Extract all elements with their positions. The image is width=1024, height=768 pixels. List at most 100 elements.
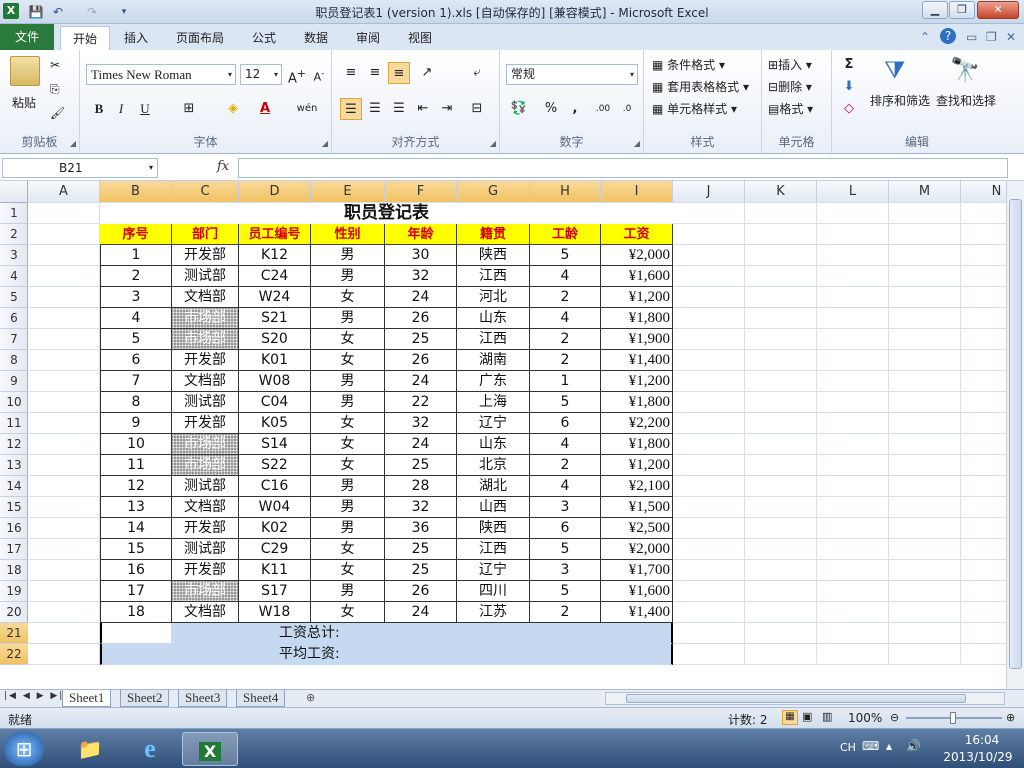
header-cell[interactable]: 籍贯 [457, 224, 530, 245]
table-cell[interactable]: 18 [100, 602, 172, 623]
table-cell[interactable]: C29 [239, 539, 311, 560]
table-cell[interactable]: 9 [100, 413, 172, 434]
table-cell[interactable]: ¥1,500 [601, 497, 673, 518]
zoom-slider-thumb[interactable] [950, 712, 956, 724]
table-cell[interactable]: 5 [530, 245, 601, 266]
header-cell[interactable]: 员工编号 [239, 224, 311, 245]
workbook-minimize-icon[interactable]: ▭ [966, 30, 977, 44]
find-select-button[interactable]: 查找和选择 [936, 92, 996, 109]
table-cell[interactable]: 5 [100, 329, 172, 350]
table-cell[interactable]: 3 [100, 287, 172, 308]
table-cell[interactable]: K01 [239, 350, 311, 371]
vertical-scroll-thumb[interactable] [1009, 199, 1022, 669]
table-cell[interactable]: 女 [311, 539, 385, 560]
table-cell[interactable]: 市场部 [172, 308, 239, 329]
summary-cell[interactable] [100, 623, 172, 644]
insert-cells-button[interactable]: ⊞插入 ▾ [768, 56, 812, 73]
table-cell[interactable]: ¥2,000 [601, 539, 673, 560]
table-cell[interactable]: 开发部 [172, 518, 239, 539]
zoom-in-icon[interactable]: ⊕ [1006, 711, 1015, 724]
percent-icon[interactable]: % [540, 98, 562, 120]
decrease-decimal-icon[interactable]: .0 [616, 98, 638, 120]
keyboard-icon[interactable]: ⌨ [862, 739, 879, 753]
align-center-icon[interactable]: ☰ [364, 98, 386, 120]
table-cell[interactable]: 5 [530, 539, 601, 560]
bold-icon[interactable]: B [88, 98, 110, 120]
row-header-4[interactable]: 4 [0, 266, 28, 287]
tab-home[interactable]: 开始 [60, 26, 111, 50]
collapse-ribbon-icon[interactable]: ⌃ [920, 30, 930, 44]
cut-icon[interactable]: ✂ [50, 58, 60, 72]
decrease-font-icon[interactable]: A- [308, 63, 330, 85]
table-cell[interactable]: 江苏 [457, 602, 530, 623]
table-cell[interactable]: 25 [385, 539, 457, 560]
table-cell[interactable]: 16 [100, 560, 172, 581]
fill-color-icon[interactable]: ◈ [222, 98, 244, 120]
italic-icon[interactable]: I [110, 98, 132, 120]
increase-font-icon[interactable]: A+ [286, 63, 308, 86]
table-cell[interactable]: 女 [311, 329, 385, 350]
table-cell[interactable]: S17 [239, 581, 311, 602]
header-cell[interactable]: 年龄 [385, 224, 457, 245]
row-header-12[interactable]: 12 [0, 434, 28, 455]
table-cell[interactable]: S22 [239, 455, 311, 476]
table-cell[interactable]: S20 [239, 329, 311, 350]
table-cell[interactable]: 4 [530, 308, 601, 329]
table-cell[interactable]: 测试部 [172, 539, 239, 560]
merge-center-icon[interactable]: ⊟ [466, 98, 488, 120]
summary-cell[interactable] [172, 623, 239, 644]
table-cell[interactable]: 湖北 [457, 476, 530, 497]
minimize-button[interactable]: ▁ [922, 1, 948, 19]
table-cell[interactable]: 女 [311, 560, 385, 581]
table-cell[interactable]: 男 [311, 245, 385, 266]
vertical-scrollbar[interactable] [1006, 181, 1024, 689]
delete-cells-button[interactable]: ⊟删除 ▾ [768, 78, 812, 95]
clock-date[interactable]: 2013/10/29 [938, 750, 1018, 764]
table-cell[interactable]: 男 [311, 371, 385, 392]
table-cell[interactable]: 2 [530, 455, 601, 476]
comma-icon[interactable]: , [564, 98, 586, 120]
worksheet-grid[interactable]: ABCDEFGHIJKLMN 1 2 3 4 5 6 7 8 9 10 11 12 13 14 15 16 17… [0, 181, 1006, 689]
table-cell[interactable]: 26 [385, 581, 457, 602]
table-cell[interactable]: 2 [530, 329, 601, 350]
table-cell[interactable]: 26 [385, 350, 457, 371]
table-cell[interactable]: 2 [100, 266, 172, 287]
table-cell[interactable]: W04 [239, 497, 311, 518]
table-cell[interactable]: 1 [530, 371, 601, 392]
autosum-icon[interactable]: Σ [838, 54, 860, 76]
new-sheet-icon[interactable]: ⊕ [306, 691, 315, 704]
table-cell[interactable]: 6 [530, 518, 601, 539]
tray-arrow-icon[interactable]: ▴ [886, 739, 892, 753]
table-cell[interactable]: 山东 [457, 434, 530, 455]
table-cell[interactable]: 山东 [457, 308, 530, 329]
table-cell[interactable]: 5 [530, 392, 601, 413]
table-cell[interactable]: 8 [100, 392, 172, 413]
table-cell[interactable]: ¥1,600 [601, 266, 673, 287]
table-cell[interactable]: 测试部 [172, 266, 239, 287]
header-cell[interactable]: 序号 [100, 224, 172, 245]
close-button[interactable]: ✕ [977, 1, 1019, 19]
table-cell[interactable]: 2 [530, 350, 601, 371]
table-cell[interactable]: W24 [239, 287, 311, 308]
table-cell[interactable]: 7 [100, 371, 172, 392]
table-cell[interactable]: 开发部 [172, 413, 239, 434]
table-cell[interactable]: 辽宁 [457, 560, 530, 581]
row-header-20[interactable]: 20 [0, 602, 28, 623]
column-header-j[interactable]: J [673, 181, 745, 203]
tab-data[interactable]: 数据 [292, 26, 340, 50]
table-cell[interactable]: 测试部 [172, 392, 239, 413]
table-cell[interactable]: 女 [311, 602, 385, 623]
table-cell[interactable]: ¥1,200 [601, 287, 673, 308]
column-header-h[interactable]: H [530, 181, 601, 203]
tab-formulas[interactable]: 公式 [240, 26, 288, 50]
format-as-table-button[interactable]: ▦ 套用表格格式 ▾ [652, 78, 749, 95]
column-header-k[interactable]: K [745, 181, 817, 203]
table-cell[interactable]: 开发部 [172, 350, 239, 371]
row-header-9[interactable]: 9 [0, 371, 28, 392]
table-cell[interactable]: C16 [239, 476, 311, 497]
conditional-format-button[interactable]: ▦ 条件格式 ▾ [652, 56, 725, 73]
tab-insert[interactable]: 插入 [112, 26, 160, 50]
zoom-level[interactable]: 100% [848, 711, 882, 725]
table-cell[interactable]: 开发部 [172, 560, 239, 581]
table-cell[interactable]: 男 [311, 497, 385, 518]
